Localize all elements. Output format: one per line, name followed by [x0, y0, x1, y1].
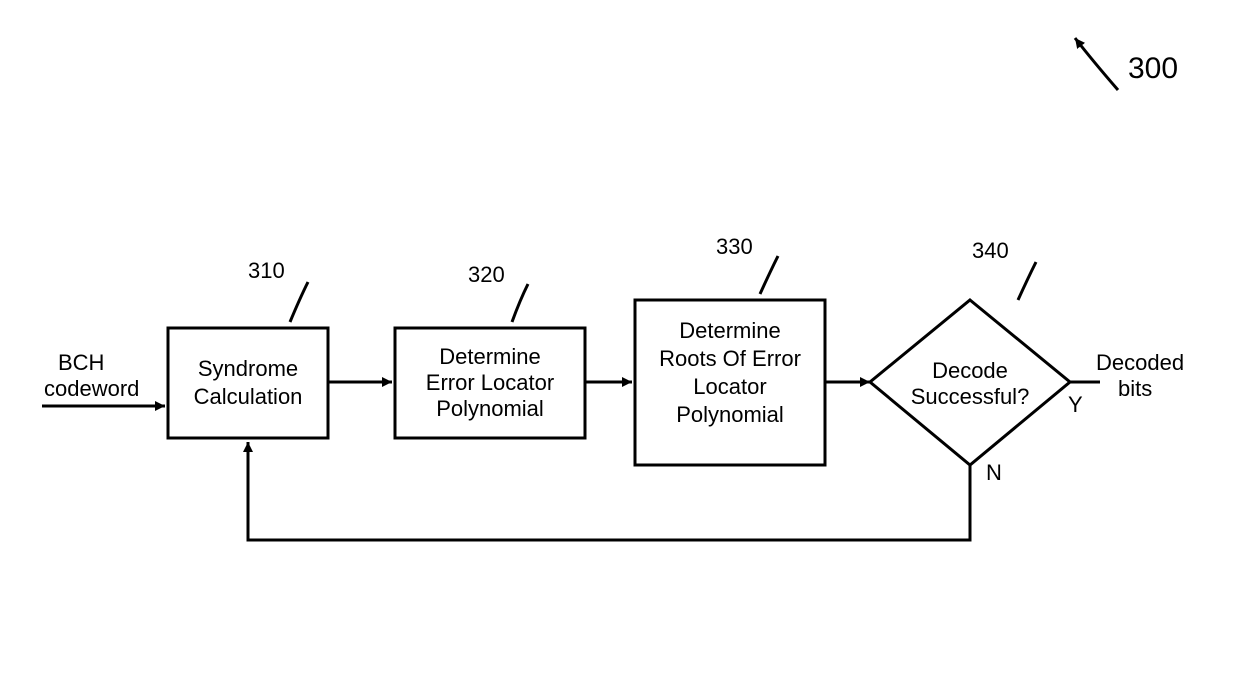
svg-text:Polynomial: Polynomial	[676, 402, 784, 427]
svg-text:Locator: Locator	[693, 374, 766, 399]
figure-ref-300: 300	[1075, 38, 1178, 90]
svg-text:Syndrome: Syndrome	[198, 356, 298, 381]
svg-text:Roots Of Error: Roots Of Error	[659, 346, 801, 371]
svg-text:Decode: Decode	[932, 358, 1008, 383]
svg-text:bits: bits	[1118, 376, 1152, 401]
svg-text:codeword: codeword	[44, 376, 139, 401]
ref-310: 310	[248, 258, 308, 322]
ref-340: 340	[972, 238, 1036, 300]
svg-text:320: 320	[468, 262, 505, 287]
svg-text:BCH: BCH	[58, 350, 104, 375]
svg-text:Determine: Determine	[439, 344, 540, 369]
process-320: Determine Error Locator Polynomial	[395, 328, 585, 438]
flowchart-diagram: 300 BCH codeword Syndrome Calculation 31…	[0, 0, 1240, 684]
decision-340: Decode Successful?	[870, 300, 1070, 465]
svg-text:340: 340	[972, 238, 1009, 263]
ref-320: 320	[468, 262, 528, 322]
ref-330: 330	[716, 234, 778, 294]
svg-text:Successful?: Successful?	[911, 384, 1030, 409]
svg-text:330: 330	[716, 234, 753, 259]
svg-text:Calculation: Calculation	[194, 384, 303, 409]
svg-text:Polynomial: Polynomial	[436, 396, 544, 421]
figure-ref-label: 300	[1128, 52, 1178, 85]
decision-yes-label: Y	[1068, 392, 1083, 417]
svg-text:Error Locator: Error Locator	[426, 370, 554, 395]
svg-text:Determine: Determine	[679, 318, 780, 343]
process-330: Determine Roots Of Error Locator Polynom…	[635, 300, 825, 465]
svg-text:310: 310	[248, 258, 285, 283]
input-label: BCH codeword	[44, 350, 139, 401]
svg-text:Decoded: Decoded	[1096, 350, 1184, 375]
process-310: Syndrome Calculation	[168, 328, 328, 438]
arrow-340-no-feedback	[248, 442, 970, 540]
output-label: Decoded bits	[1096, 350, 1184, 401]
decision-no-label: N	[986, 460, 1002, 485]
